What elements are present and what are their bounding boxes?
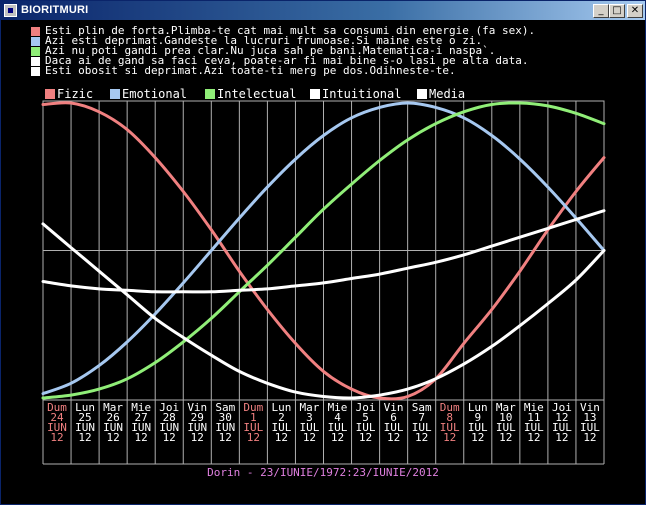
day-label-year: 12: [471, 431, 485, 444]
day-label-year: 12: [162, 431, 176, 444]
day-label: Mie 11 IUL 12: [520, 402, 548, 444]
day-label: Vin 6 IUL 12: [380, 402, 408, 444]
day-label-year: 12: [302, 431, 317, 444]
app-window: BIORITMURI _ □ ✕ Esti plin de forta.Plim…: [0, 0, 646, 505]
day-label: Mar 10 IUL 12: [492, 402, 520, 444]
day-label: Joi 12 IUL 12: [548, 402, 576, 444]
chart-area: Esti plin de forta.Plimba-te cat mai mul…: [1, 20, 645, 504]
minimize-button[interactable]: _: [593, 4, 609, 18]
day-label-year: 12: [443, 431, 457, 444]
day-label-year: 12: [555, 431, 569, 444]
day-label-year: 12: [386, 431, 401, 444]
day-label: Mie 4 IUL 12: [324, 402, 352, 444]
day-label-year: 12: [106, 431, 120, 444]
day-label: Joi 5 IUL 12: [352, 402, 380, 444]
day-label-year: 12: [330, 431, 345, 444]
day-label-year: 12: [499, 431, 513, 444]
day-label-year: 12: [246, 431, 260, 444]
day-label-year: 12: [358, 431, 373, 444]
day-label: Vin 13 IUL 12: [576, 402, 604, 444]
day-label: Joi 28 IUN 12: [155, 402, 183, 444]
close-button[interactable]: ✕: [627, 4, 643, 18]
day-label-year: 12: [50, 431, 64, 444]
day-label-year: 12: [78, 431, 92, 444]
close-icon: ✕: [630, 5, 640, 16]
day-label: Mar 26 IUN 12: [99, 402, 127, 444]
day-label-year: 12: [274, 431, 289, 444]
day-label-year: 12: [583, 431, 597, 444]
day-label: Vin 29 IUN 12: [183, 402, 211, 444]
day-label: Lun 9 IUL 12: [464, 402, 492, 444]
day-label: Dum 8 IUL 12: [436, 402, 464, 444]
day-label-year: 12: [415, 431, 429, 444]
day-label: Dum 1 IUL 12: [239, 402, 267, 444]
title-bar[interactable]: BIORITMURI _ □ ✕: [1, 1, 645, 20]
day-label: Lun 25 IUN 12: [71, 402, 99, 444]
app-icon[interactable]: [4, 4, 17, 17]
footer-birthdate: Dorin - 23/IUNIE/1972:23/IUNIE/2012: [207, 466, 439, 479]
day-label-year: 12: [190, 431, 204, 444]
day-label-year: 12: [218, 431, 232, 444]
day-label: Lun 2 IUL 12: [267, 402, 295, 444]
day-label-year: 12: [134, 431, 148, 444]
maximize-icon: □: [612, 5, 622, 16]
maximize-button[interactable]: □: [609, 4, 625, 18]
day-label: Mar 3 IUL 12: [295, 402, 323, 444]
day-label: Sam 7 IUL 12: [408, 402, 436, 444]
day-label: Mie 27 IUN 12: [127, 402, 155, 444]
day-label: Dum 24 IUN 12: [43, 402, 71, 444]
window-title: BIORITMURI: [21, 4, 89, 16]
day-label-year: 12: [527, 431, 541, 444]
minimize-icon: _: [598, 5, 604, 16]
day-label: Sam 30 IUN 12: [211, 402, 239, 444]
